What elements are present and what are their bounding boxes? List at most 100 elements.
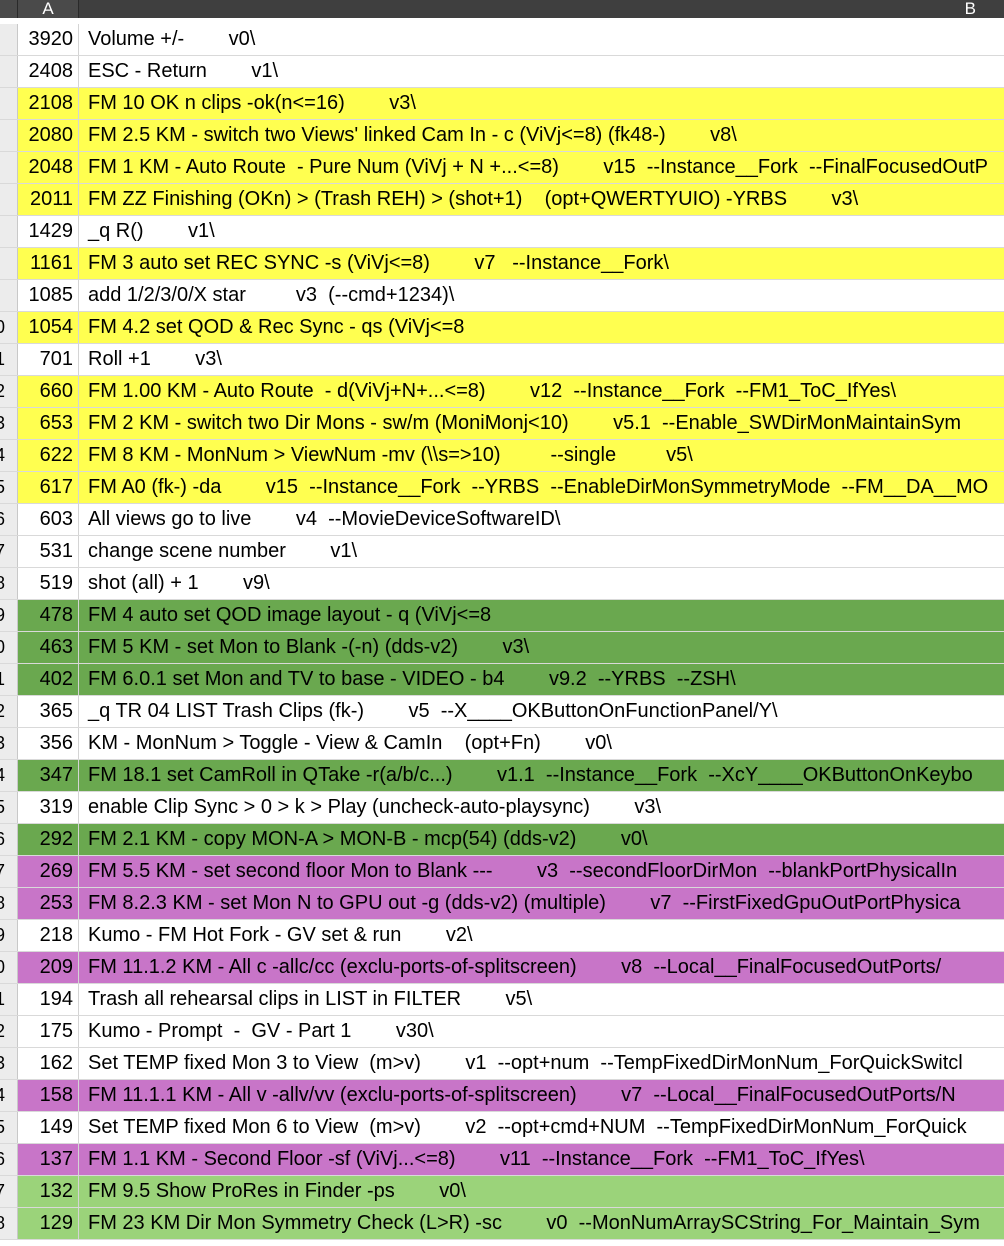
cell-macro-name[interactable]: FM 8 KM - MonNum > ViewNum -mv (\\s=>10)… (79, 440, 1004, 471)
cell-count[interactable]: 129 (18, 1208, 79, 1239)
row-number-header[interactable] (0, 248, 18, 279)
cell-macro-name[interactable]: FM 3 auto set REC SYNC -s (ViVj<=8) v7 -… (79, 248, 1004, 279)
row-number-header[interactable]: 7 (0, 1176, 18, 1207)
cell-count[interactable]: 132 (18, 1176, 79, 1207)
row-number-header[interactable]: 2 (0, 1016, 18, 1047)
row-number-header[interactable]: 5 (0, 472, 18, 503)
row-number-header[interactable]: 3 (0, 408, 18, 439)
cell-macro-name[interactable]: Roll +1 v3\ (79, 344, 1004, 375)
row-number-header[interactable]: 8 (0, 888, 18, 919)
cell-count[interactable]: 209 (18, 952, 79, 983)
row-number-header[interactable]: 2 (0, 696, 18, 727)
cell-macro-name[interactable]: FM 11.1.1 KM - All v -allv/vv (exclu-por… (79, 1080, 1004, 1111)
row-number-header[interactable]: 6 (0, 1144, 18, 1175)
row-number-header[interactable]: 0 (0, 632, 18, 663)
cell-macro-name[interactable]: FM 4.2 set QOD & Rec Sync - qs (ViVj<=8 (79, 312, 1004, 343)
row-number-header[interactable] (0, 120, 18, 151)
cell-macro-name[interactable]: Kumo - Prompt - GV - Part 1 v30\ (79, 1016, 1004, 1047)
cell-count[interactable]: 1429 (18, 216, 79, 247)
cell-macro-name[interactable]: FM 5.5 KM - set second floor Mon to Blan… (79, 856, 1004, 887)
cell-count[interactable]: 478 (18, 600, 79, 631)
cell-macro-name[interactable]: All views go to live v4 --MovieDeviceSof… (79, 504, 1004, 535)
row-number-header[interactable]: 9 (0, 920, 18, 951)
cell-macro-name[interactable]: FM 2 KM - switch two Dir Mons - sw/m (Mo… (79, 408, 1004, 439)
row-number-header[interactable]: 8 (0, 1208, 18, 1239)
row-number-header[interactable]: 5 (0, 1112, 18, 1143)
cell-macro-name[interactable]: shot (all) + 1 v9\ (79, 568, 1004, 599)
cell-count[interactable]: 1085 (18, 280, 79, 311)
row-number-header[interactable]: 6 (0, 504, 18, 535)
column-header-b[interactable]: B (79, 0, 1004, 18)
row-number-header[interactable]: 6 (0, 824, 18, 855)
cell-macro-name[interactable]: FM 4 auto set QOD image layout - q (ViVj… (79, 600, 1004, 631)
cell-macro-name[interactable]: FM 5 KM - set Mon to Blank -(-n) (dds-v2… (79, 632, 1004, 663)
cell-count[interactable]: 253 (18, 888, 79, 919)
cell-count[interactable]: 1054 (18, 312, 79, 343)
cell-count[interactable]: 2108 (18, 88, 79, 119)
row-number-header[interactable]: 7 (0, 536, 18, 567)
cell-count[interactable]: 149 (18, 1112, 79, 1143)
cell-macro-name[interactable]: _q TR 04 LIST Trash Clips (fk-) v5 --X__… (79, 696, 1004, 727)
row-number-header[interactable]: 1 (0, 664, 18, 695)
cell-macro-name[interactable]: FM A0 (fk-) -da v15 --Instance__Fork --Y… (79, 472, 1004, 503)
cell-count[interactable]: 292 (18, 824, 79, 855)
cell-macro-name[interactable]: enable Clip Sync > 0 > k > Play (uncheck… (79, 792, 1004, 823)
cell-count[interactable]: 2048 (18, 152, 79, 183)
cell-macro-name[interactable]: FM 2.1 KM - copy MON-A > MON-B - mcp(54)… (79, 824, 1004, 855)
cell-count[interactable]: 519 (18, 568, 79, 599)
cell-macro-name[interactable]: FM ZZ Finishing (OKn) > (Trash REH) > (s… (79, 184, 1004, 215)
row-number-header[interactable]: 1 (0, 344, 18, 375)
cell-count[interactable]: 356 (18, 728, 79, 759)
cell-macro-name[interactable]: FM 18.1 set CamRoll in QTake -r(a/b/c...… (79, 760, 1004, 791)
cell-macro-name[interactable]: KM - MonNum > Toggle - View & CamIn (opt… (79, 728, 1004, 759)
cell-count[interactable]: 347 (18, 760, 79, 791)
cell-macro-name[interactable]: FM 2.5 KM - switch two Views' linked Cam… (79, 120, 1004, 151)
cell-count[interactable]: 365 (18, 696, 79, 727)
cell-count[interactable]: 269 (18, 856, 79, 887)
cell-count[interactable]: 660 (18, 376, 79, 407)
row-number-header[interactable] (0, 152, 18, 183)
row-number-header[interactable] (0, 216, 18, 247)
cell-macro-name[interactable]: FM 10 OK n clips -ok(n<=16) v3\ (79, 88, 1004, 119)
cell-count[interactable]: 622 (18, 440, 79, 471)
row-number-header[interactable]: 2 (0, 376, 18, 407)
cell-count[interactable]: 603 (18, 504, 79, 535)
cell-macro-name[interactable]: Set TEMP fixed Mon 6 to View (m>v) v2 --… (79, 1112, 1004, 1143)
row-number-header[interactable]: 0 (0, 312, 18, 343)
row-number-header[interactable]: 4 (0, 440, 18, 471)
row-number-header[interactable] (0, 24, 18, 55)
cell-macro-name[interactable]: Volume +/- v0\ (79, 24, 1004, 55)
cell-count[interactable]: 1161 (18, 248, 79, 279)
cell-count[interactable]: 158 (18, 1080, 79, 1111)
cell-count[interactable]: 3920 (18, 24, 79, 55)
row-number-header[interactable]: 0 (0, 952, 18, 983)
row-number-header[interactable]: 3 (0, 1048, 18, 1079)
column-header-a[interactable]: A (18, 0, 79, 18)
cell-count[interactable]: 617 (18, 472, 79, 503)
cell-count[interactable]: 2408 (18, 56, 79, 87)
cell-macro-name[interactable]: Trash all rehearsal clips in LIST in FIL… (79, 984, 1004, 1015)
cell-macro-name[interactable]: add 1/2/3/0/X star v3 (--cmd+1234)\ (79, 280, 1004, 311)
cell-count[interactable]: 701 (18, 344, 79, 375)
cell-macro-name[interactable]: Kumo - FM Hot Fork - GV set & run v2\ (79, 920, 1004, 951)
cell-count[interactable]: 653 (18, 408, 79, 439)
cell-macro-name[interactable]: FM 11.1.2 KM - All c -allc/cc (exclu-por… (79, 952, 1004, 983)
row-number-header[interactable] (0, 280, 18, 311)
cell-count[interactable]: 463 (18, 632, 79, 663)
row-number-header[interactable]: 7 (0, 856, 18, 887)
cell-macro-name[interactable]: FM 1.1 KM - Second Floor -sf (ViVj...<=8… (79, 1144, 1004, 1175)
cell-count[interactable]: 2080 (18, 120, 79, 151)
select-all-corner[interactable] (0, 0, 18, 18)
cell-count[interactable]: 137 (18, 1144, 79, 1175)
cell-count[interactable]: 531 (18, 536, 79, 567)
cell-macro-name[interactable]: FM 1.00 KM - Auto Route - d(ViVj+N+...<=… (79, 376, 1004, 407)
cell-count[interactable]: 162 (18, 1048, 79, 1079)
row-number-header[interactable] (0, 184, 18, 215)
cell-count[interactable]: 218 (18, 920, 79, 951)
cell-count[interactable]: 194 (18, 984, 79, 1015)
cell-macro-name[interactable]: FM 8.2.3 KM - set Mon N to GPU out -g (d… (79, 888, 1004, 919)
row-number-header[interactable]: 4 (0, 1080, 18, 1111)
row-number-header[interactable]: 9 (0, 600, 18, 631)
cell-macro-name[interactable]: ESC - Return v1\ (79, 56, 1004, 87)
cell-macro-name[interactable]: FM 6.0.1 set Mon and TV to base - VIDEO … (79, 664, 1004, 695)
